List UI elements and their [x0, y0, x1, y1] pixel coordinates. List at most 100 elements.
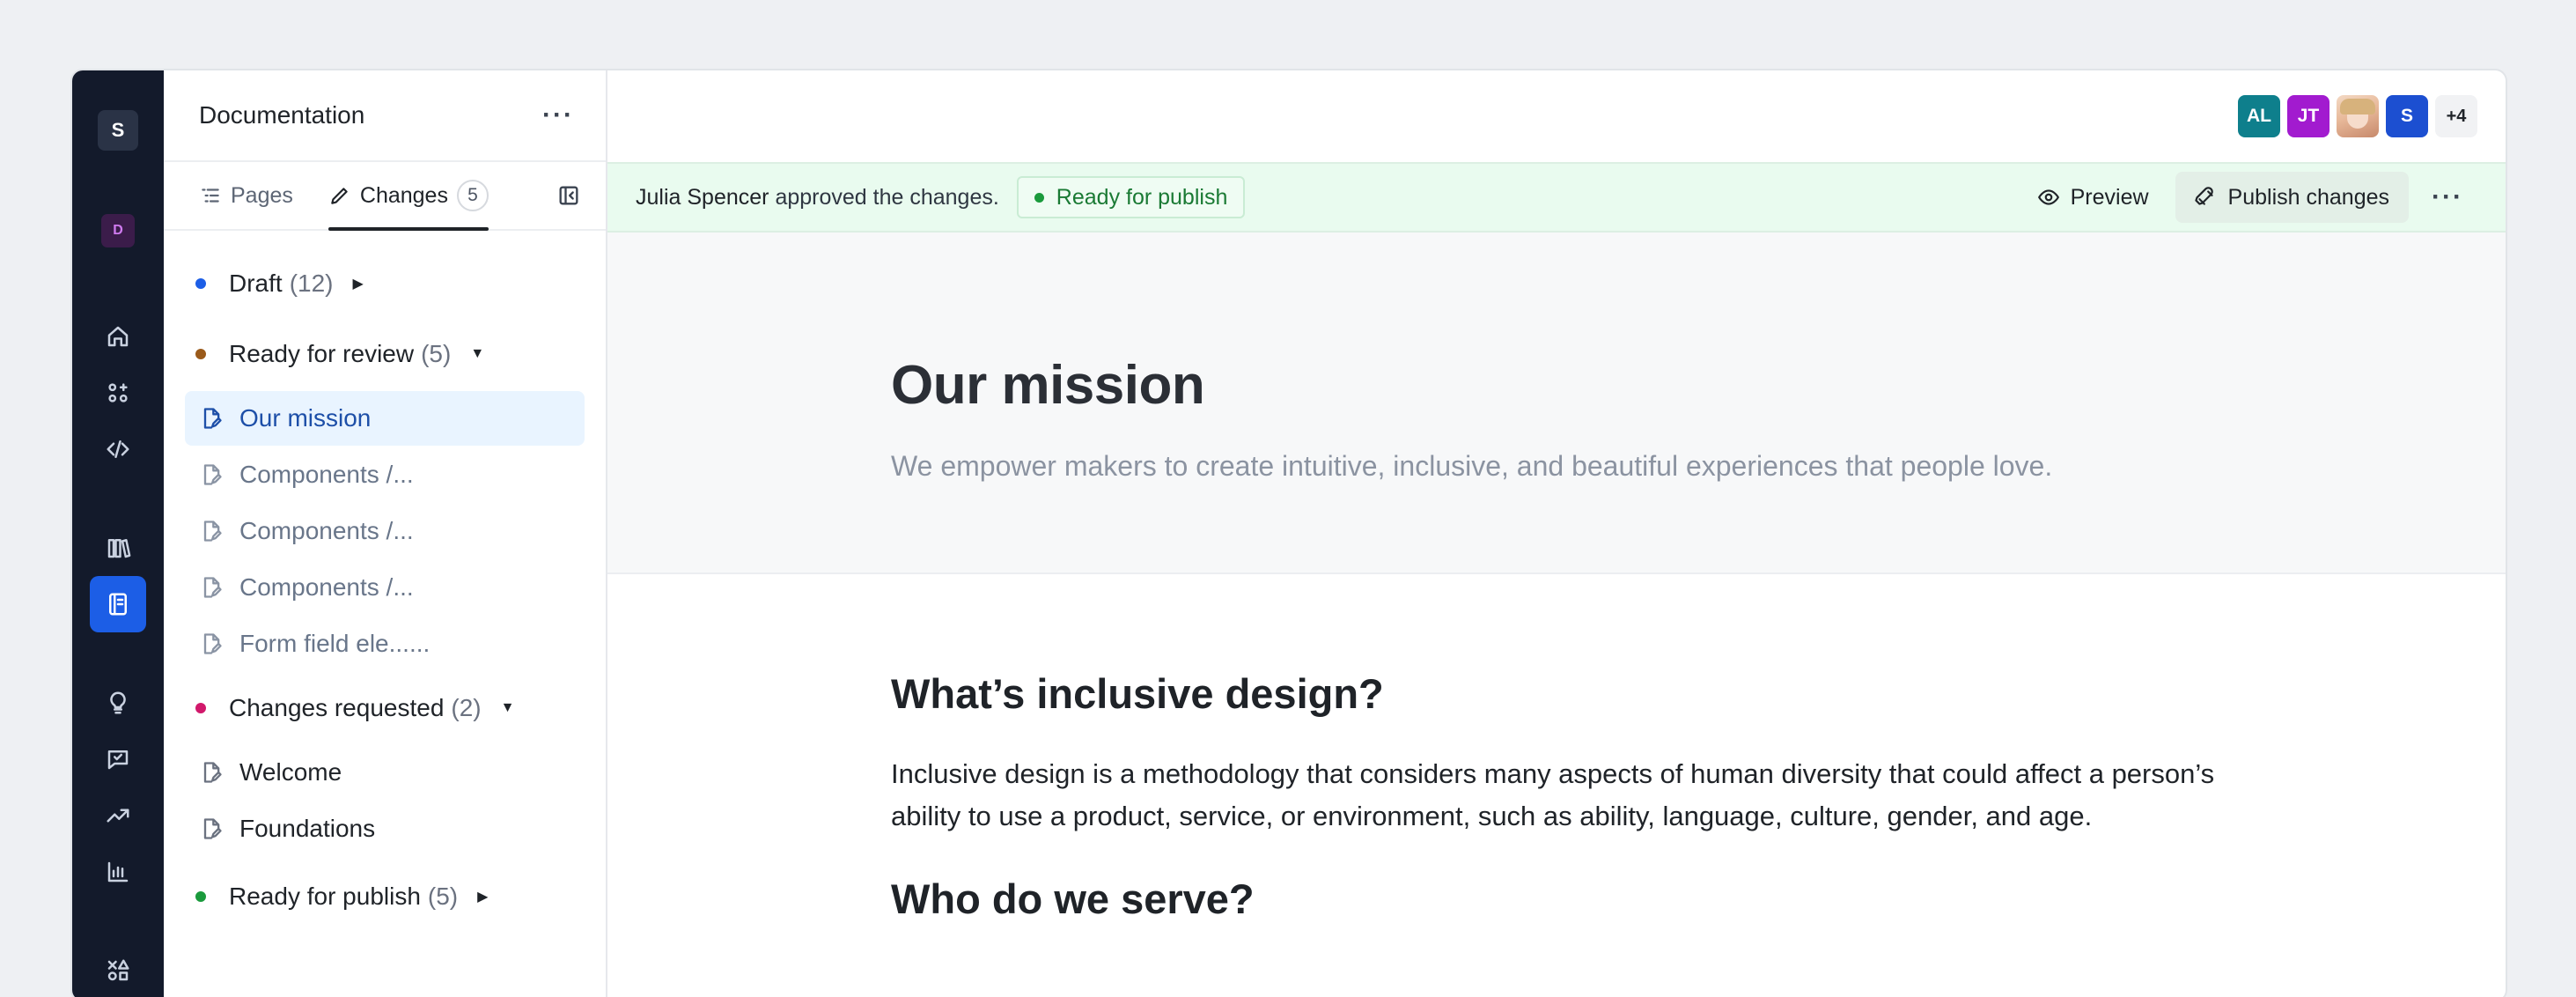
caret-right-icon: ▶ [477, 890, 489, 905]
doc-edit-icon [203, 577, 222, 598]
list-item-label: Components /... [239, 573, 414, 601]
bulb-icon[interactable] [90, 675, 146, 731]
tab-pages-label: Pages [231, 182, 293, 208]
more-collaborators-badge[interactable]: +4 [2435, 95, 2477, 137]
section-heading[interactable]: Who do we serve? [891, 875, 2506, 923]
collaborator-avatars[interactable]: AL JT S +4 [2238, 95, 2477, 137]
sidebar-title: Documentation [199, 101, 365, 129]
sidebar-header: Documentation ··· [164, 70, 606, 162]
feedback-icon[interactable] [90, 731, 146, 787]
group-label: Ready for publish [229, 883, 421, 910]
list-icon [202, 188, 219, 203]
approval-message: Julia Spencer approved the changes. [636, 185, 999, 210]
list-item-label: Our mission [239, 404, 372, 432]
tab-changes[interactable]: Changes 5 [328, 162, 489, 231]
approval-banner: Julia Spencer approved the changes. Read… [607, 162, 2506, 233]
tab-changes-label: Changes [359, 182, 448, 208]
more-icon: ··· [2432, 182, 2463, 211]
sidebar-more-button[interactable]: ··· [542, 102, 574, 129]
banner-more-button[interactable]: ··· [2416, 172, 2479, 223]
workspace-switcher[interactable]: S [90, 99, 146, 162]
status-dot [1034, 192, 1044, 203]
list-item[interactable]: Our mission [185, 391, 585, 446]
collapse-sidebar-icon[interactable] [556, 162, 581, 229]
group-changes-requested[interactable]: Changes requested (2) ▼ [185, 673, 585, 743]
status-label: Ready for publish [1056, 184, 1228, 210]
caret-right-icon: ▶ [352, 277, 364, 292]
docs-icon[interactable] [90, 576, 146, 632]
list-item[interactable]: Foundations [185, 801, 585, 856]
caret-down-icon: ▼ [500, 700, 515, 715]
doc-edit-icon [203, 408, 222, 429]
list-item-label: Components /... [239, 517, 414, 544]
page-hero: Our mission We empower makers to create … [607, 233, 2506, 574]
doc-edit-icon [203, 762, 222, 783]
approver-name: Julia Spencer [636, 184, 769, 210]
page-subtitle[interactable]: We empower makers to create intuitive, i… [891, 450, 2506, 483]
workspace-avatar: S [98, 110, 138, 151]
banner-actions: Preview Publish changes ··· [2018, 172, 2479, 223]
list-item-label: Components /... [239, 461, 414, 488]
rocket-icon [2194, 187, 2213, 205]
list-item[interactable]: Components /... [185, 560, 585, 615]
list-item[interactable]: Components /... [185, 504, 585, 558]
publish-label: Publish changes [2227, 184, 2390, 210]
group-count: (5) [421, 340, 452, 367]
list-item[interactable]: Form field ele...... [185, 617, 585, 671]
group-label: Changes requested [229, 694, 445, 721]
chart-icon[interactable] [90, 844, 146, 900]
changes-list: Draft (12) ▶ Ready for review (5) ▼ Our … [164, 231, 606, 932]
status-badge: Ready for publish [1016, 176, 1246, 218]
app-rail: S D [72, 70, 164, 997]
list-item[interactable]: Welcome [185, 745, 585, 800]
home-icon[interactable] [90, 308, 146, 365]
trend-icon[interactable] [90, 787, 146, 844]
list-item-label: Form field ele...... [239, 630, 431, 657]
tab-pages[interactable]: Pages [199, 162, 293, 229]
section-paragraph[interactable]: Inclusive design is a methodology that c… [891, 753, 2229, 838]
workspace-d-avatar: D [101, 214, 135, 247]
group-count: (2) [451, 694, 482, 721]
publish-changes-button[interactable]: Publish changes [2175, 172, 2410, 223]
doc-edit-icon [203, 464, 222, 485]
main-content: AL JT S +4 Julia Spencer approved the ch… [607, 70, 2506, 997]
approval-text: approved the changes. [775, 184, 999, 210]
shapes-icon[interactable] [90, 942, 146, 997]
group-label: Draft [229, 270, 283, 297]
list-item-label: Welcome [239, 758, 342, 786]
list-item[interactable]: Components /... [185, 447, 585, 502]
docs-sidebar: Documentation ··· Pages Changes 5 Draft … [164, 70, 607, 997]
page-body: What’s inclusive design? Inclusive desig… [607, 574, 2506, 923]
avatar-photo[interactable] [2337, 95, 2379, 137]
avatar[interactable]: JT [2287, 95, 2329, 137]
status-dot [195, 349, 206, 359]
changes-count-badge: 5 [456, 180, 489, 211]
doc-edit-icon [203, 521, 222, 542]
preview-button[interactable]: Preview [2018, 172, 2168, 223]
library-icon[interactable] [90, 520, 146, 576]
avatar[interactable]: AL [2238, 95, 2280, 137]
caret-down-icon: ▼ [470, 346, 485, 361]
list-item-label: Foundations [239, 815, 376, 842]
status-dot [195, 891, 206, 902]
workspace-d[interactable]: D [90, 203, 146, 259]
code-icon[interactable] [90, 421, 146, 477]
page-title[interactable]: Our mission [891, 354, 2506, 417]
app-window: S D Documentation ··· Pages Changes 5 Dr… [70, 69, 2507, 997]
group-draft[interactable]: Draft (12) ▶ [185, 248, 585, 319]
group-count: (12) [289, 270, 334, 297]
section-heading[interactable]: What’s inclusive design? [891, 669, 2506, 718]
group-ready-for-publish[interactable]: Ready for publish (5) ▶ [185, 861, 585, 932]
preview-label: Preview [2070, 184, 2149, 210]
components-icon[interactable] [90, 365, 146, 421]
pencil-icon [331, 188, 348, 204]
status-dot [195, 278, 206, 289]
group-label: Ready for review [229, 340, 415, 367]
top-bar: AL JT S +4 [607, 70, 2506, 162]
doc-edit-icon [203, 633, 222, 654]
avatar[interactable]: S [2386, 95, 2428, 137]
group-count: (5) [427, 883, 459, 910]
eye-icon [2037, 189, 2059, 205]
group-ready-for-review[interactable]: Ready for review (5) ▼ [185, 319, 585, 389]
doc-edit-icon [203, 818, 222, 839]
